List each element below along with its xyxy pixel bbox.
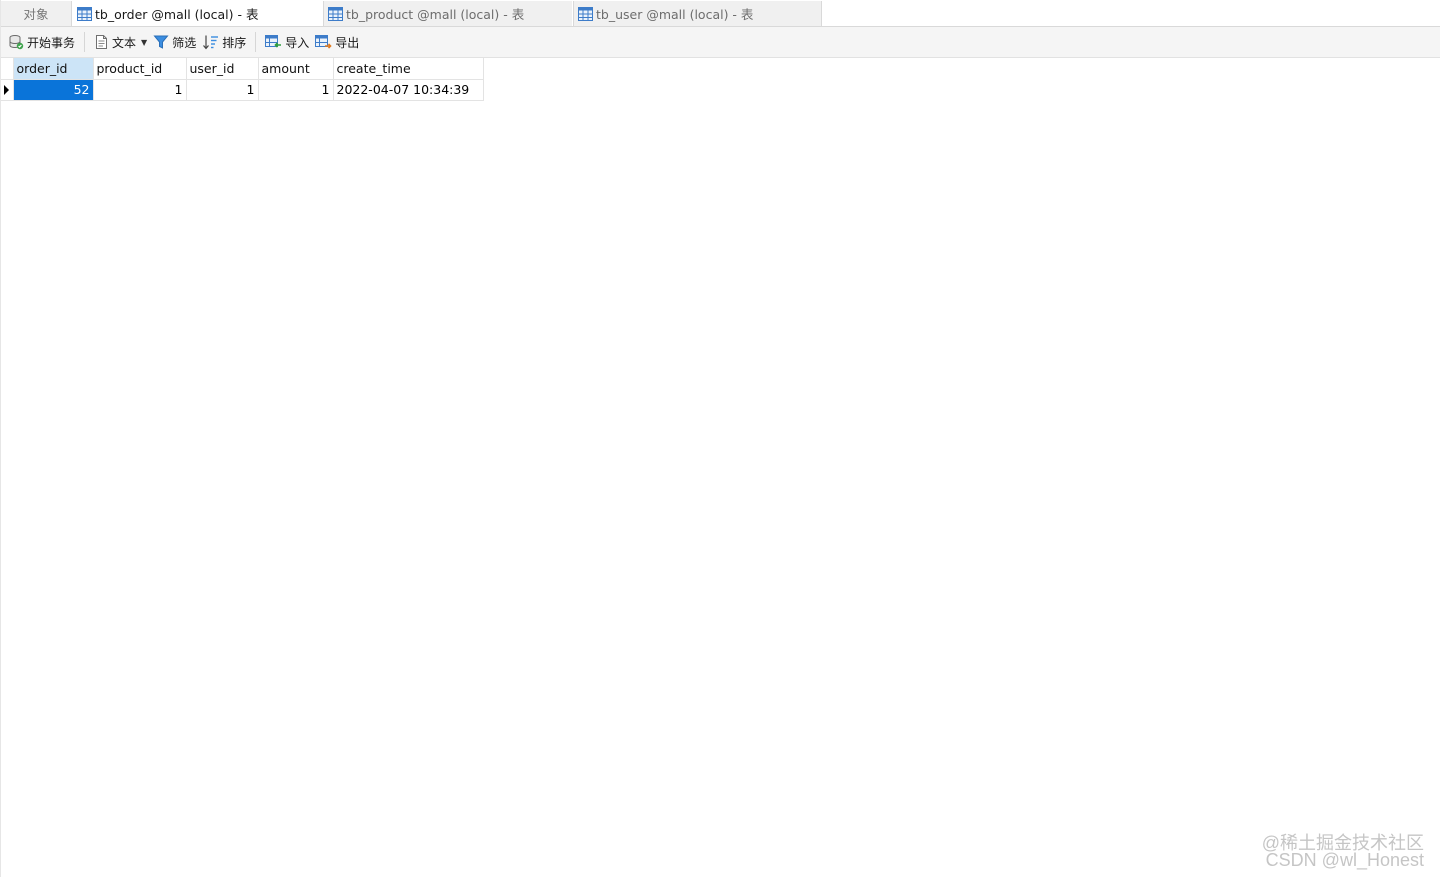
column-header-order-id[interactable]: order_id <box>13 58 94 80</box>
column-header-amount[interactable]: amount <box>258 58 334 80</box>
cell-order-id[interactable]: 52 <box>13 79 94 101</box>
filter-label: 筛选 <box>172 35 197 50</box>
table-icon <box>77 6 92 21</box>
cell-create-time[interactable]: 2022-04-07 10:34:39 <box>333 79 484 101</box>
watermark: @稀土掘金技术社区 CSDN @wl_Honest <box>1261 833 1424 870</box>
export-label: 导出 <box>335 35 360 50</box>
column-header-product-id[interactable]: product_id <box>93 58 187 80</box>
tab-label: tb_product @mall (local) - 表 <box>346 7 525 22</box>
tab-tb-order[interactable]: tb_order @mall (local) - 表 <box>73 1 322 26</box>
current-row-arrow-icon <box>4 84 9 95</box>
watermark-line-2: CSDN @wl_Honest <box>1265 850 1424 870</box>
column-header-create-time[interactable]: create_time <box>333 58 484 80</box>
filter-button[interactable]: 筛选 <box>150 30 199 54</box>
filter-icon <box>153 35 169 49</box>
import-icon <box>265 35 282 48</box>
export-button[interactable]: 导出 <box>312 30 362 54</box>
cell-user-id[interactable]: 1 <box>186 79 259 101</box>
chevron-down-icon[interactable]: ▼ <box>141 38 147 47</box>
column-header-user-id[interactable]: user_id <box>186 58 259 80</box>
tab-label: tb_user @mall (local) - 表 <box>596 7 754 22</box>
export-icon <box>315 35 332 49</box>
watermark-line-1: @稀土掘金技术社区 <box>1261 833 1424 853</box>
tab-objects[interactable]: 对象 <box>1 1 72 26</box>
table-icon <box>578 6 593 21</box>
table-icon <box>328 6 343 21</box>
sort-button[interactable]: 排序 <box>199 30 249 54</box>
import-button[interactable]: 导入 <box>262 30 312 54</box>
begin-transaction-button[interactable]: 开始事务 <box>5 30 78 54</box>
grid-corner <box>1 58 14 80</box>
data-grid: order_id product_id user_id amount creat… <box>1 58 484 101</box>
toolbar-separator <box>255 32 257 52</box>
text-label: 文本 <box>112 35 137 50</box>
cell-product-id[interactable]: 1 <box>93 79 187 101</box>
tab-label: tb_order @mall (local) - 表 <box>95 7 259 22</box>
table-row[interactable]: 52 1 1 1 2022-04-07 10:34:39 <box>1 79 484 101</box>
tab-tb-user[interactable]: tb_user @mall (local) - 表 <box>573 1 822 26</box>
tab-tb-product[interactable]: tb_product @mall (local) - 表 <box>323 1 572 26</box>
tab-label: 对象 <box>23 7 49 22</box>
sort-icon <box>203 35 219 50</box>
grid-header-row: order_id product_id user_id amount creat… <box>1 58 484 80</box>
database-transaction-icon <box>9 35 24 50</box>
tab-bar: 对象 tb_order @mall (local) - 表 tb_product… <box>1 0 1440 27</box>
toolbar-separator <box>84 32 86 52</box>
begin-transaction-label: 开始事务 <box>27 35 76 50</box>
cell-amount[interactable]: 1 <box>258 79 334 101</box>
document-icon <box>96 35 108 49</box>
navicat-window: 对象 tb_order @mall (local) - 表 tb_product… <box>0 0 1440 877</box>
toolbar: 开始事务 文本 ▼ 筛选 排序 导入 导出 <box>1 27 1440 58</box>
row-indicator[interactable] <box>1 79 14 101</box>
sort-label: 排序 <box>222 35 247 50</box>
import-label: 导入 <box>285 35 310 50</box>
text-button[interactable]: 文本 ▼ <box>91 30 150 54</box>
